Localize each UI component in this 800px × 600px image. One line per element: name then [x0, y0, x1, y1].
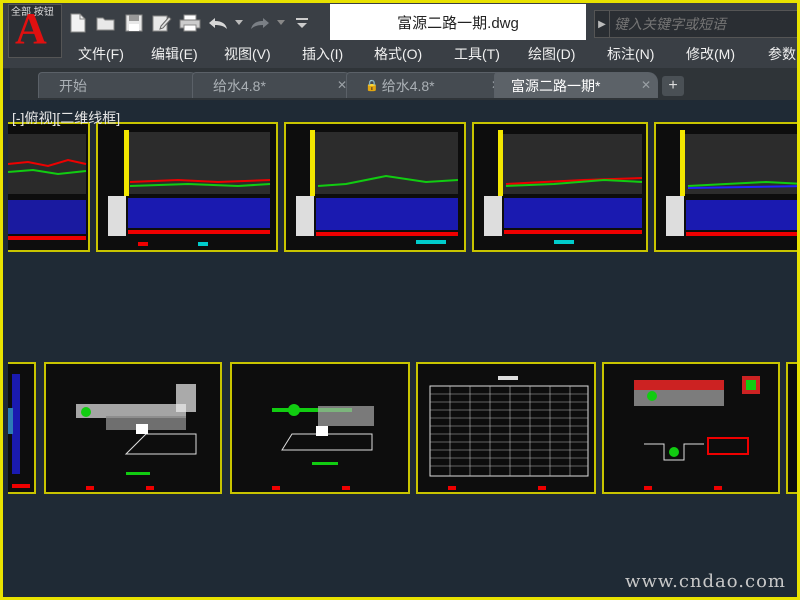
tab-label: 开始: [59, 77, 87, 94]
search-box[interactable]: ▶: [594, 10, 800, 38]
drawing-viewport[interactable]: [-]俯视][二维线框]: [8, 104, 800, 594]
viewport-controls[interactable]: [-]俯视][二维线框]: [12, 108, 120, 128]
undo-dropdown-icon[interactable]: [234, 11, 244, 35]
profile-drawing: [484, 130, 643, 244]
redo-icon[interactable]: [248, 11, 272, 35]
drawing-sheet[interactable]: [654, 122, 800, 252]
menu-tools[interactable]: 工具(T): [454, 44, 500, 64]
watermark: www.cndao.com: [625, 571, 786, 592]
menu-dimension[interactable]: 标注(N): [607, 44, 654, 64]
detail-drawing: [272, 404, 374, 490]
detail-drawing: [634, 376, 760, 490]
drawing-sheet[interactable]: [44, 362, 222, 494]
menu-view[interactable]: 视图(V): [224, 44, 271, 64]
lock-icon: 🔒: [365, 80, 379, 92]
title-bar: 富源二路一期.dwg ▶: [0, 0, 800, 44]
close-icon[interactable]: ✕: [641, 78, 651, 92]
open-icon[interactable]: [94, 11, 118, 35]
tab-label: 富源二路一期*: [511, 77, 601, 94]
detail-drawing: [76, 384, 197, 490]
table-drawing: [429, 376, 589, 490]
menu-draw[interactable]: 绘图(D): [528, 44, 575, 64]
customize-dropdown-icon[interactable]: [290, 11, 314, 35]
save-icon[interactable]: [122, 11, 146, 35]
chevron-right-icon[interactable]: ▶: [595, 11, 610, 37]
scroll-indicator: [8, 408, 13, 434]
drawing-sheet[interactable]: [284, 122, 466, 252]
plot-icon[interactable]: [178, 11, 202, 35]
application-menu-button[interactable]: 全部 按钮 A: [8, 4, 62, 58]
menu-modify[interactable]: 修改(M): [686, 44, 735, 64]
tab-drawing-active[interactable]: 富源二路一期* ✕: [494, 72, 658, 98]
new-icon[interactable]: [66, 11, 90, 35]
tab-label: 给水4.8*: [213, 77, 266, 94]
profile-drawing: [108, 130, 271, 246]
quick-access-toolbar: [66, 10, 314, 36]
profile-drawing: [296, 130, 459, 244]
menu-parametric[interactable]: 参数: [768, 44, 796, 64]
profile-drawing: [666, 130, 800, 236]
drawing-sheet[interactable]: [8, 122, 90, 252]
menu-edit[interactable]: 编辑(E): [151, 44, 198, 64]
search-input[interactable]: [610, 15, 796, 33]
menu-format[interactable]: 格式(O): [374, 44, 422, 64]
drawing-sheet[interactable]: [96, 122, 278, 252]
drawing-sheet[interactable]: [786, 362, 800, 494]
autocad-logo-icon: A: [15, 4, 47, 53]
document-title: 富源二路一期.dwg: [330, 4, 586, 40]
profile-drawing: [8, 134, 87, 240]
menu-bar: 文件(F) 编辑(E) 视图(V) 插入(I) 格式(O) 工具(T) 绘图(D…: [0, 40, 800, 69]
drawing-sheet[interactable]: [416, 362, 596, 494]
new-tab-button[interactable]: +: [662, 76, 684, 96]
redo-dropdown-icon[interactable]: [276, 11, 286, 35]
undo-icon[interactable]: [206, 11, 230, 35]
drawing-sheet[interactable]: [472, 122, 648, 252]
tab-start[interactable]: 开始: [38, 72, 200, 98]
menu-insert[interactable]: 插入(I): [302, 44, 343, 64]
tab-drawing-1[interactable]: 给水4.8* ✕: [192, 72, 354, 98]
saveas-icon[interactable]: [150, 11, 174, 35]
drawing-sheet[interactable]: [230, 362, 410, 494]
drawing-sheet[interactable]: [602, 362, 780, 494]
tab-label: 给水4.8*: [381, 77, 435, 94]
menu-file[interactable]: 文件(F): [78, 44, 124, 64]
tab-drawing-2[interactable]: 🔒 给水4.8* ✕: [346, 72, 508, 98]
